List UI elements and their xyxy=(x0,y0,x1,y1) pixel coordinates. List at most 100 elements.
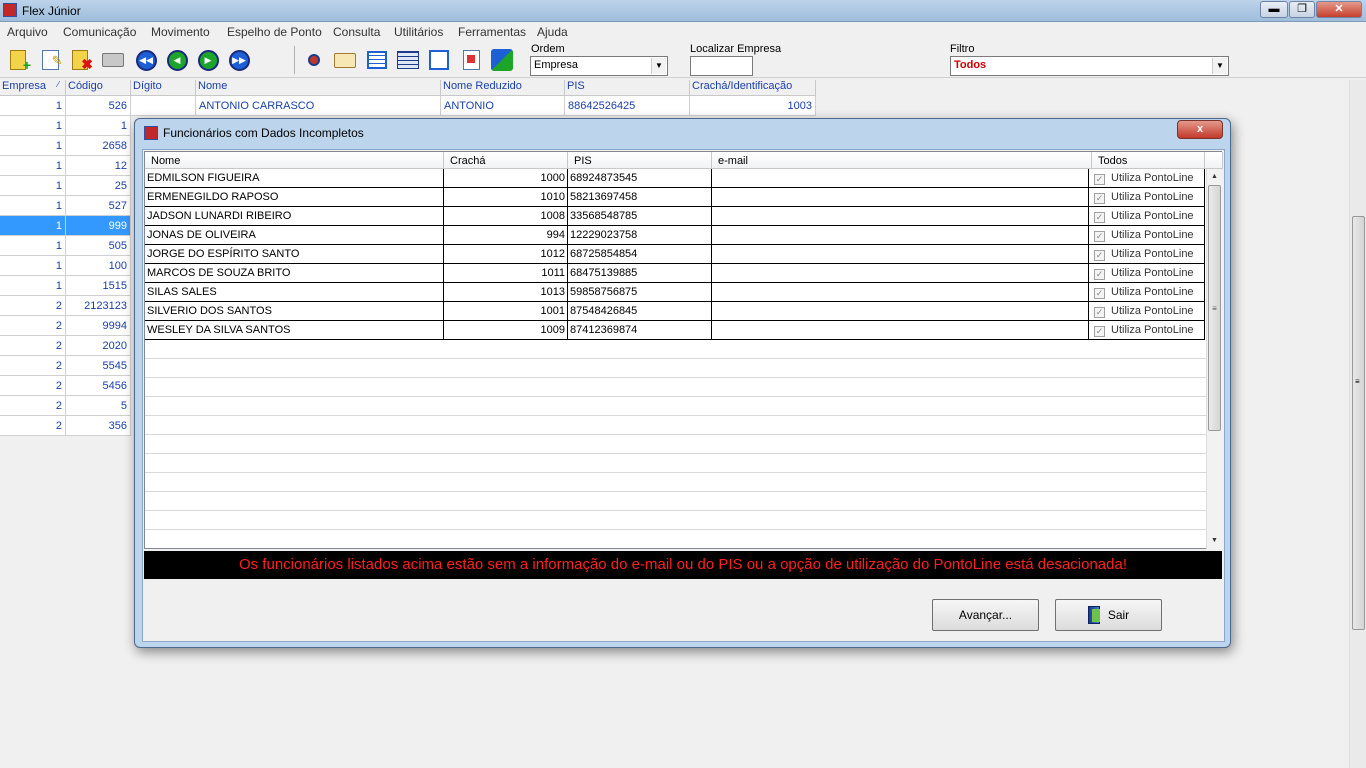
cell-empresa[interactable]: 2 xyxy=(0,416,66,436)
cell-cracha[interactable]: 1012 xyxy=(444,245,568,264)
cell-codigo[interactable]: 5456 xyxy=(66,376,131,396)
cell-empresa[interactable]: 1 xyxy=(0,196,66,216)
cell-email[interactable] xyxy=(712,245,1089,264)
utiliza-pontoline-checkbox[interactable]: ✓ xyxy=(1094,231,1105,242)
maximize-button[interactable]: ❐ xyxy=(1289,1,1315,18)
col-header-cracha[interactable]: Crachá xyxy=(444,152,568,169)
cell-cracha[interactable]: 1009 xyxy=(444,321,568,340)
cell-nome[interactable]: SILAS SALES xyxy=(145,283,444,302)
transfer-icon[interactable] xyxy=(490,48,514,72)
cell-cracha[interactable]: 1008 xyxy=(444,207,568,226)
minimize-button[interactable]: ▬ xyxy=(1260,1,1288,18)
cell-empresa[interactable]: 1 xyxy=(0,176,66,196)
printer-icon[interactable] xyxy=(396,48,420,72)
sair-button[interactable]: Sair xyxy=(1055,599,1162,631)
cell-email[interactable] xyxy=(712,169,1089,188)
cell-pis[interactable]: 88642526425 xyxy=(565,96,690,116)
localizar-empresa-input[interactable] xyxy=(690,56,753,76)
utiliza-pontoline-checkbox[interactable]: ✓ xyxy=(1094,269,1105,280)
grid-header-cracha[interactable]: Crachá/Identificação xyxy=(690,80,816,96)
utiliza-pontoline-checkbox[interactable]: ✓ xyxy=(1094,250,1105,261)
cell-codigo[interactable]: 527 xyxy=(66,196,131,216)
cell-utiliza-pontoline[interactable]: ✓ Utiliza PontoLine xyxy=(1089,207,1205,226)
cell-email[interactable] xyxy=(712,226,1089,245)
cell-utiliza-pontoline[interactable]: ✓ Utiliza PontoLine xyxy=(1089,169,1205,188)
cell-pis[interactable]: 58213697458 xyxy=(568,188,712,207)
delete-record-icon[interactable]: ✖ xyxy=(68,48,93,72)
cell-codigo[interactable]: 5545 xyxy=(66,356,131,376)
cell-pis[interactable]: 33568548785 xyxy=(568,207,712,226)
grid-header-codigo[interactable]: Código xyxy=(66,80,131,96)
scroll-up-icon[interactable]: ▲ xyxy=(1207,169,1222,184)
grid-header-pis[interactable]: PIS xyxy=(565,80,690,96)
cell-utiliza-pontoline[interactable]: ✓ Utiliza PontoLine xyxy=(1089,321,1205,340)
cell-nome[interactable]: JADSON LUNARDI RIBEIRO xyxy=(145,207,444,226)
close-button[interactable]: ✕ xyxy=(1316,1,1362,18)
cell-codigo[interactable]: 2658 xyxy=(66,136,131,156)
cell-codigo[interactable]: 526 xyxy=(66,96,131,116)
cell-codigo[interactable]: 2123123 xyxy=(66,296,131,316)
menu-espelho-de-ponto[interactable]: Espelho de Ponto xyxy=(227,25,322,39)
cell-nome[interactable]: JONAS DE OLIVEIRA xyxy=(145,226,444,245)
cell-utiliza-pontoline[interactable]: ✓ Utiliza PontoLine xyxy=(1089,283,1205,302)
cell-utiliza-pontoline[interactable]: ✓ Utiliza PontoLine xyxy=(1089,302,1205,321)
cell-empresa[interactable]: 2 xyxy=(0,296,66,316)
cell-empresa[interactable]: 2 xyxy=(0,356,66,376)
cell-nome-reduzido[interactable]: ANTONIO xyxy=(441,96,565,116)
cell-empresa[interactable]: 1 xyxy=(0,216,66,236)
menu-movimento[interactable]: Movimento xyxy=(151,25,210,39)
menu-utilitarios[interactable]: Utilitários xyxy=(394,25,443,39)
main-scrollbar-thumb[interactable]: ≡ xyxy=(1352,216,1365,630)
dialog-close-button[interactable]: x xyxy=(1177,120,1223,139)
print-icon[interactable] xyxy=(101,48,125,72)
cell-empresa[interactable]: 2 xyxy=(0,316,66,336)
col-header-email[interactable]: e-mail xyxy=(712,152,1092,169)
cell-empresa[interactable]: 1 xyxy=(0,96,66,116)
cell-codigo[interactable]: 100 xyxy=(66,256,131,276)
last-record-icon[interactable]: ▶▶ xyxy=(227,48,251,72)
cell-utiliza-pontoline[interactable]: ✓ Utiliza PontoLine xyxy=(1089,264,1205,283)
cell-email[interactable] xyxy=(712,264,1089,283)
grid-header-nome-reduzido[interactable]: Nome Reduzido xyxy=(441,80,565,96)
col-header-pis[interactable]: PIS xyxy=(568,152,712,169)
cell-empresa[interactable]: 1 xyxy=(0,156,66,176)
utiliza-pontoline-checkbox[interactable]: ✓ xyxy=(1094,326,1105,337)
utiliza-pontoline-checkbox[interactable]: ✓ xyxy=(1094,174,1105,185)
utiliza-pontoline-checkbox[interactable]: ✓ xyxy=(1094,288,1105,299)
window-icon[interactable] xyxy=(427,48,451,72)
cell-nome[interactable]: JORGE DO ESPÍRITO SANTO xyxy=(145,245,444,264)
cell-empresa[interactable]: 2 xyxy=(0,396,66,416)
grid-header-empresa[interactable]: Empresa ⁄ xyxy=(0,80,66,96)
main-scrollbar[interactable]: ≡ xyxy=(1349,80,1366,768)
cell-cracha[interactable]: 994 xyxy=(444,226,568,245)
menu-ferramentas[interactable]: Ferramentas xyxy=(458,25,526,39)
cell-nome[interactable]: ANTONIO CARRASCO xyxy=(196,96,441,116)
scroll-down-icon[interactable]: ▼ xyxy=(1207,533,1222,548)
cell-empresa[interactable]: 1 xyxy=(0,116,66,136)
utiliza-pontoline-checkbox[interactable]: ✓ xyxy=(1094,307,1105,318)
col-header-nome[interactable]: Nome xyxy=(145,152,444,169)
grid-icon[interactable] xyxy=(365,48,389,72)
cell-cracha[interactable]: 1011 xyxy=(444,264,568,283)
report-icon[interactable] xyxy=(459,48,483,72)
edit-record-icon[interactable]: ✎ xyxy=(38,48,63,72)
cell-cracha[interactable]: 1013 xyxy=(444,283,568,302)
cell-cracha[interactable]: 1010 xyxy=(444,188,568,207)
cell-codigo[interactable]: 5 xyxy=(66,396,131,416)
first-record-icon[interactable]: ◀◀ xyxy=(134,48,158,72)
col-header-todos[interactable]: Todos xyxy=(1092,152,1205,169)
cell-codigo[interactable]: 356 xyxy=(66,416,131,436)
avancar-button[interactable]: Avançar... xyxy=(932,599,1039,631)
cell-empresa[interactable]: 2 xyxy=(0,376,66,396)
filtro-select[interactable]: Todos ▼ xyxy=(950,56,1229,76)
cell-pis[interactable]: 12229023758 xyxy=(568,226,712,245)
cell-codigo[interactable]: 2020 xyxy=(66,336,131,356)
cell-empresa[interactable]: 1 xyxy=(0,276,66,296)
menu-arquivo[interactable]: Arquivo xyxy=(7,25,48,39)
cell-cracha[interactable]: 1001 xyxy=(444,302,568,321)
cell-email[interactable] xyxy=(712,188,1089,207)
utiliza-pontoline-checkbox[interactable]: ✓ xyxy=(1094,212,1105,223)
cell-empresa[interactable]: 1 xyxy=(0,236,66,256)
cell-email[interactable] xyxy=(712,207,1089,226)
cell-nome[interactable]: ERMENEGILDO RAPOSO xyxy=(145,188,444,207)
